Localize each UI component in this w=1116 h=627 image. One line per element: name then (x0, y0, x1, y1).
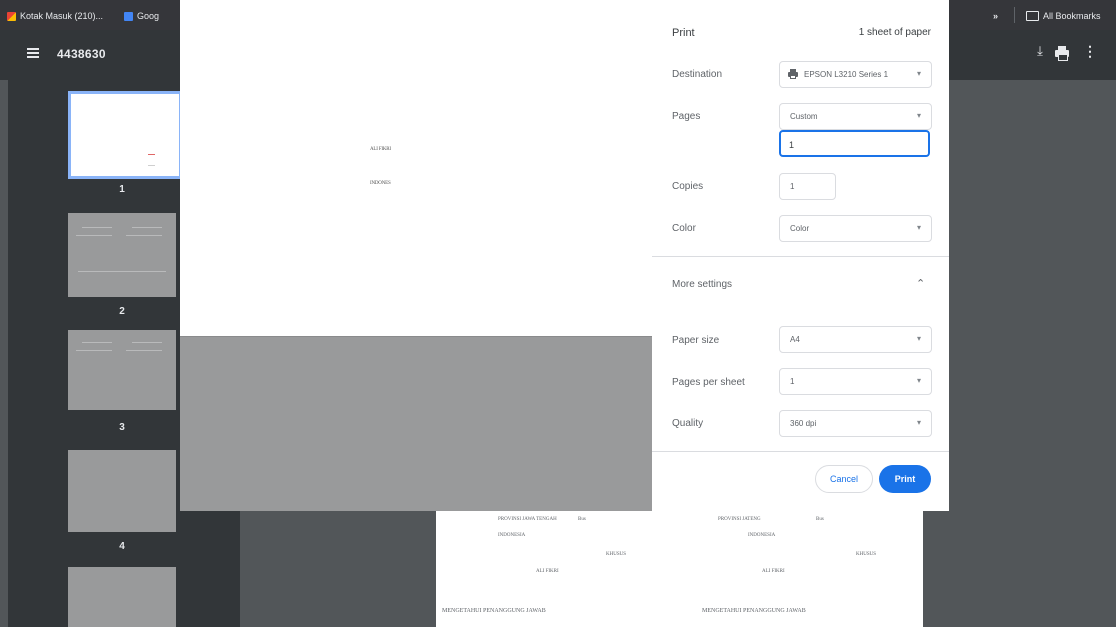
print-settings-panel: Print 1 sheet of paper Destination EPSON… (652, 0, 949, 511)
printer-icon (788, 69, 798, 79)
google-calendar-icon (124, 11, 133, 21)
bookmark-label: Goog (137, 11, 160, 21)
divider (652, 451, 949, 452)
chevron-up-icon: ⌃ (916, 278, 926, 290)
paper-size-label: Paper size (672, 335, 720, 346)
paper-size-value: A4 (790, 335, 800, 344)
color-value: Color (790, 224, 810, 233)
download-icon[interactable]: ⤓ (1033, 43, 1047, 63)
bookmark-google[interactable]: Goog (124, 9, 159, 23)
all-bookmarks-label: All Bookmarks (1043, 11, 1101, 21)
document-title: 4438630 (57, 47, 106, 61)
page-line: PROVINSI JAWA TENGAH (498, 517, 557, 522)
overflow-chevron-icon: » (993, 11, 999, 21)
print-button[interactable]: Print (879, 465, 931, 493)
bookmarks-divider (1014, 7, 1015, 23)
page-thumbnail-2[interactable] (68, 213, 176, 297)
more-settings-label: More settings (672, 279, 733, 290)
chevron-down-icon: ▾ (916, 111, 921, 120)
color-label: Color (672, 223, 696, 234)
pages-label: Pages (672, 111, 701, 122)
print-icon[interactable] (1055, 46, 1069, 61)
quality-select[interactable]: 360 dpi ▾ (779, 410, 932, 437)
destination-label: Destination (672, 69, 723, 80)
color-select[interactable]: Color ▾ (779, 215, 932, 242)
copies-label: Copies (672, 181, 704, 192)
destination-select[interactable]: EPSON L3210 Series 1 ▾ (779, 61, 932, 88)
bookmark-label: Kotak Masuk (210)... (20, 11, 104, 21)
page-line: MENGETAHUI PENANGGUNG JAWAB (442, 608, 546, 614)
page-thumbnail-3[interactable] (68, 330, 176, 410)
menu-icon[interactable] (27, 48, 39, 58)
paper-size-select[interactable]: A4 ▾ (779, 326, 932, 353)
page-line: ALI FIKRI (762, 569, 785, 574)
chevron-down-icon: ▾ (916, 69, 921, 78)
quality-value: 360 dpi (790, 419, 817, 428)
chevron-down-icon: ▾ (916, 223, 921, 232)
copies-input[interactable]: 1 (779, 173, 836, 200)
pages-per-sheet-label: Pages per sheet (672, 377, 745, 388)
quality-label: Quality (672, 418, 704, 429)
preview-page: ALI FIKRI INDONES (180, 0, 652, 337)
gmail-icon (7, 11, 16, 21)
chevron-down-icon: ▾ (916, 376, 921, 385)
page-line: MENGETAHUI PENANGGUNG JAWAB (702, 608, 806, 614)
page-thumbnail-1[interactable] (68, 91, 182, 179)
pages-value: Custom (790, 112, 818, 121)
page-number: 2 (119, 306, 125, 317)
page-line: ALI FIKRI (536, 569, 559, 574)
more-settings-toggle[interactable]: More settings (652, 257, 949, 312)
folder-icon (1026, 11, 1039, 21)
page-number: 1 (119, 184, 125, 195)
bookmarks-overflow-button[interactable]: » (993, 9, 998, 23)
custom-pages-input[interactable]: 1 (779, 130, 930, 157)
page-line: INDONESIA (748, 533, 776, 538)
cancel-button[interactable]: Cancel (815, 465, 873, 493)
page-thumbnail-5[interactable] (68, 567, 176, 627)
print-preview: ALI FIKRI INDONES (180, 0, 652, 511)
chevron-down-icon: ▾ (916, 334, 921, 343)
destination-value: EPSON L3210 Series 1 (804, 70, 889, 79)
pages-per-sheet-select[interactable]: 1 ▾ (779, 368, 932, 395)
page-thumbnail-4[interactable] (68, 450, 176, 532)
chevron-down-icon: ▾ (916, 418, 921, 427)
pages-select[interactable]: Custom ▾ (779, 103, 932, 130)
bookmark-gmail[interactable]: Kotak Masuk (210)... (7, 9, 103, 23)
all-bookmarks-button[interactable]: All Bookmarks (1026, 9, 1101, 23)
pages-per-sheet-value: 1 (790, 377, 795, 386)
print-title: Print (672, 27, 695, 39)
page-line: INDONESIA (498, 533, 526, 538)
sheet-count: 1 sheet of paper (858, 27, 931, 38)
page-number: 3 (119, 422, 125, 433)
page-number: 4 (119, 541, 125, 552)
more-options-icon[interactable]: ⋮ (1083, 43, 1097, 60)
